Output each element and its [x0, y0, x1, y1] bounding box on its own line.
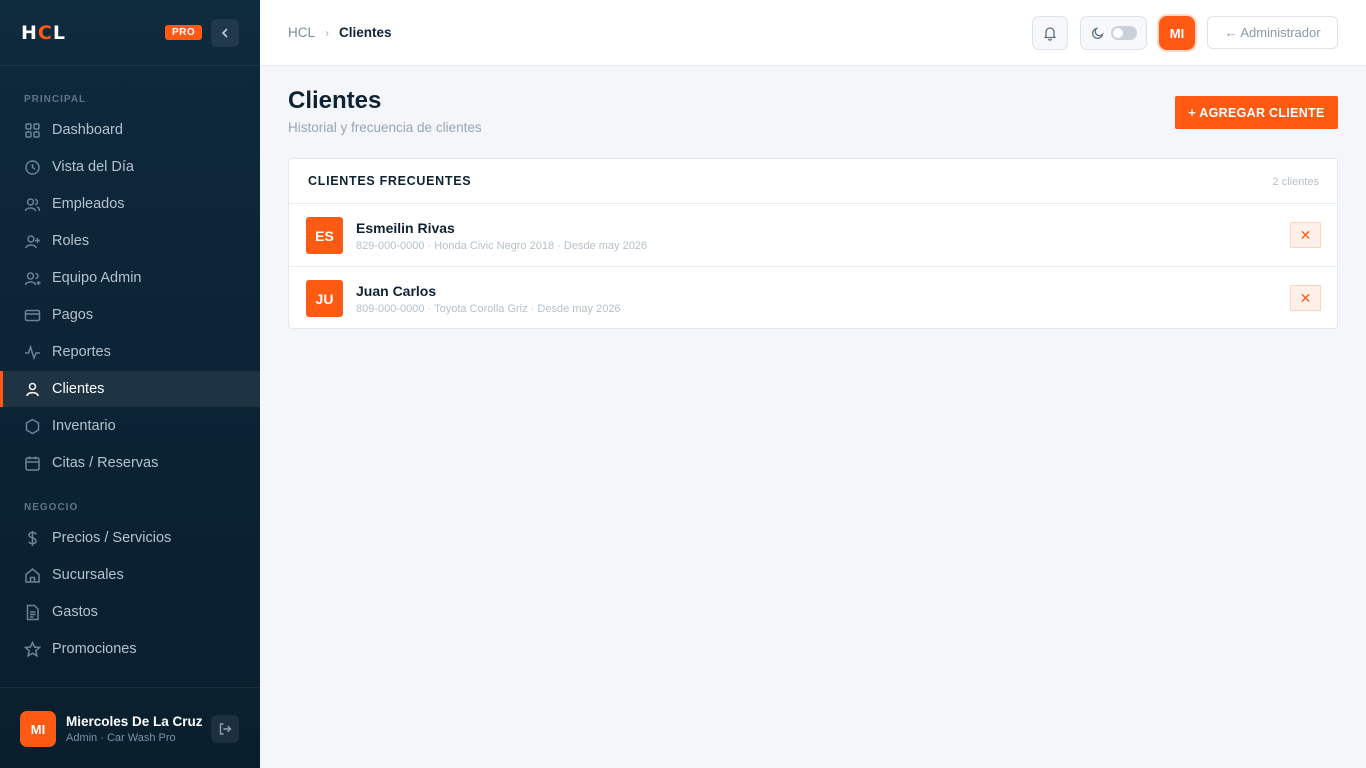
sidebar: HCL PRO PRINCIPAL Dashboard Vista del Dí…	[0, 0, 260, 768]
users-icon	[24, 196, 41, 213]
sidebar-item-label: Dashboard	[52, 122, 123, 138]
sidebar-item-empleados[interactable]: Empleados	[0, 186, 260, 222]
frequent-clients-card: CLIENTES FRECUENTES 2 clientes ES Esmeil…	[288, 158, 1338, 329]
sidebar-item-label: Equipo Admin	[52, 270, 142, 286]
logo[interactable]: HCL	[21, 22, 66, 44]
pro-badge: PRO	[165, 25, 203, 40]
sidebar-item-inventario[interactable]: Inventario	[0, 408, 260, 444]
logout-button[interactable]	[211, 715, 239, 743]
store-icon	[24, 567, 41, 584]
sidebar-item-label: Precios / Servicios	[52, 530, 172, 546]
logo-h: H	[21, 21, 38, 44]
sidebar-item-clientes[interactable]: Clientes	[0, 371, 260, 407]
user-team-icon	[24, 270, 41, 287]
bell-icon	[1044, 27, 1056, 41]
client-name: Juan Carlos	[356, 283, 437, 299]
sidebar-item-label: Citas / Reservas	[52, 455, 159, 471]
user-name: Miercoles De La Cruz	[66, 714, 203, 729]
avatar: JU	[306, 280, 343, 317]
user-plus-icon	[24, 233, 41, 250]
client-name: Esmeilin Rivas	[356, 220, 455, 236]
activity-icon	[24, 344, 41, 361]
sidebar-item-label: Gastos	[52, 604, 98, 620]
chevron-left-icon	[221, 28, 228, 38]
client-count: 2 clientes	[1272, 176, 1319, 188]
breadcrumb-current: Clientes	[339, 25, 392, 40]
sidebar-item-citas-reservas[interactable]: Citas / Reservas	[0, 445, 260, 481]
sidebar-item-label: Pagos	[52, 307, 94, 323]
star-icon	[24, 640, 41, 658]
section-title-negocio: NEGOCIO	[24, 502, 79, 513]
sidebar-item-label: Empleados	[52, 196, 125, 212]
sidebar-item-reportes[interactable]: Reportes	[0, 334, 260, 370]
card-title: CLIENTES FRECUENTES	[308, 174, 472, 188]
sidebar-item-label: Roles	[52, 233, 90, 249]
sidebar-item-vista-del-dia[interactable]: Vista del Día	[0, 149, 260, 185]
logo-l: L	[52, 21, 66, 44]
credit-card-icon	[24, 307, 41, 324]
sidebar-item-equipo-admin[interactable]: Equipo Admin	[0, 260, 260, 296]
avatar[interactable]: MI	[20, 711, 56, 747]
sidebar-item-label: Vista del Día	[52, 159, 134, 175]
list-item[interactable]: JU Juan Carlos 809-000-0000 · Toyota Cor…	[289, 267, 1337, 330]
grid-icon	[24, 122, 41, 139]
administrador-button[interactable]: ← Administrador	[1207, 16, 1338, 49]
sidebar-item-roles[interactable]: Roles	[0, 223, 260, 259]
list-item[interactable]: ES Esmeilin Rivas 829-000-0000 · Honda C…	[289, 204, 1337, 267]
sidebar-item-label: Reportes	[52, 344, 111, 360]
notifications-button[interactable]	[1032, 16, 1068, 50]
logo-c: C	[37, 21, 53, 44]
sidebar-item-pagos[interactable]: Pagos	[0, 297, 260, 333]
sidebar-item-label: Inventario	[52, 418, 116, 434]
page-subtitle: Historial y frecuencia de clientes	[288, 120, 482, 135]
user-role: Admin · Car Wash Pro	[66, 732, 176, 744]
avatar[interactable]: MI	[1159, 16, 1195, 50]
page-title: Clientes	[288, 87, 382, 114]
collapse-sidebar-button[interactable]	[211, 19, 239, 47]
sidebar-item-sucursales[interactable]: Sucursales	[0, 557, 260, 593]
add-client-button[interactable]: + AGREGAR CLIENTE	[1175, 96, 1338, 129]
sidebar-item-promociones[interactable]: Promociones	[0, 631, 260, 667]
clock-icon	[24, 159, 41, 176]
sidebar-item-precios-servicios[interactable]: Precios / Servicios	[0, 520, 260, 556]
card-header: CLIENTES FRECUENTES 2 clientes	[289, 159, 1337, 204]
breadcrumb: HCL › Clientes	[288, 25, 392, 40]
theme-toggle[interactable]	[1080, 16, 1147, 50]
sidebar-item-label: Sucursales	[52, 567, 124, 583]
delete-client-button[interactable]: ✕	[1290, 285, 1321, 311]
breadcrumb-root[interactable]: HCL	[288, 25, 315, 40]
toggle-switch[interactable]	[1110, 26, 1137, 40]
sidebar-user-panel: MI Miercoles De La Cruz Admin · Car Wash…	[0, 687, 260, 768]
moon-icon	[1091, 27, 1104, 40]
logout-icon	[219, 723, 232, 735]
client-details: 809-000-0000 · Toyota Corolla Griz · Des…	[356, 303, 621, 315]
document-icon	[24, 604, 41, 621]
calendar-icon	[24, 455, 41, 472]
avatar: ES	[306, 217, 343, 254]
section-title-principal: PRINCIPAL	[24, 94, 87, 105]
sidebar-item-dashboard[interactable]: Dashboard	[0, 112, 260, 148]
delete-client-button[interactable]: ✕	[1290, 222, 1321, 248]
hexagon-icon	[24, 418, 41, 435]
sidebar-item-gastos[interactable]: Gastos	[0, 594, 260, 630]
user-icon	[24, 381, 41, 398]
sidebar-item-label: Promociones	[52, 641, 137, 657]
dollar-icon	[24, 530, 41, 547]
chevron-right-icon: ›	[325, 25, 330, 40]
topbar: HCL › Clientes MI ← Administrador	[260, 0, 1366, 66]
sidebar-item-label: Clientes	[52, 381, 105, 397]
client-details: 829-000-0000 · Honda Civic Negro 2018 · …	[356, 240, 648, 252]
